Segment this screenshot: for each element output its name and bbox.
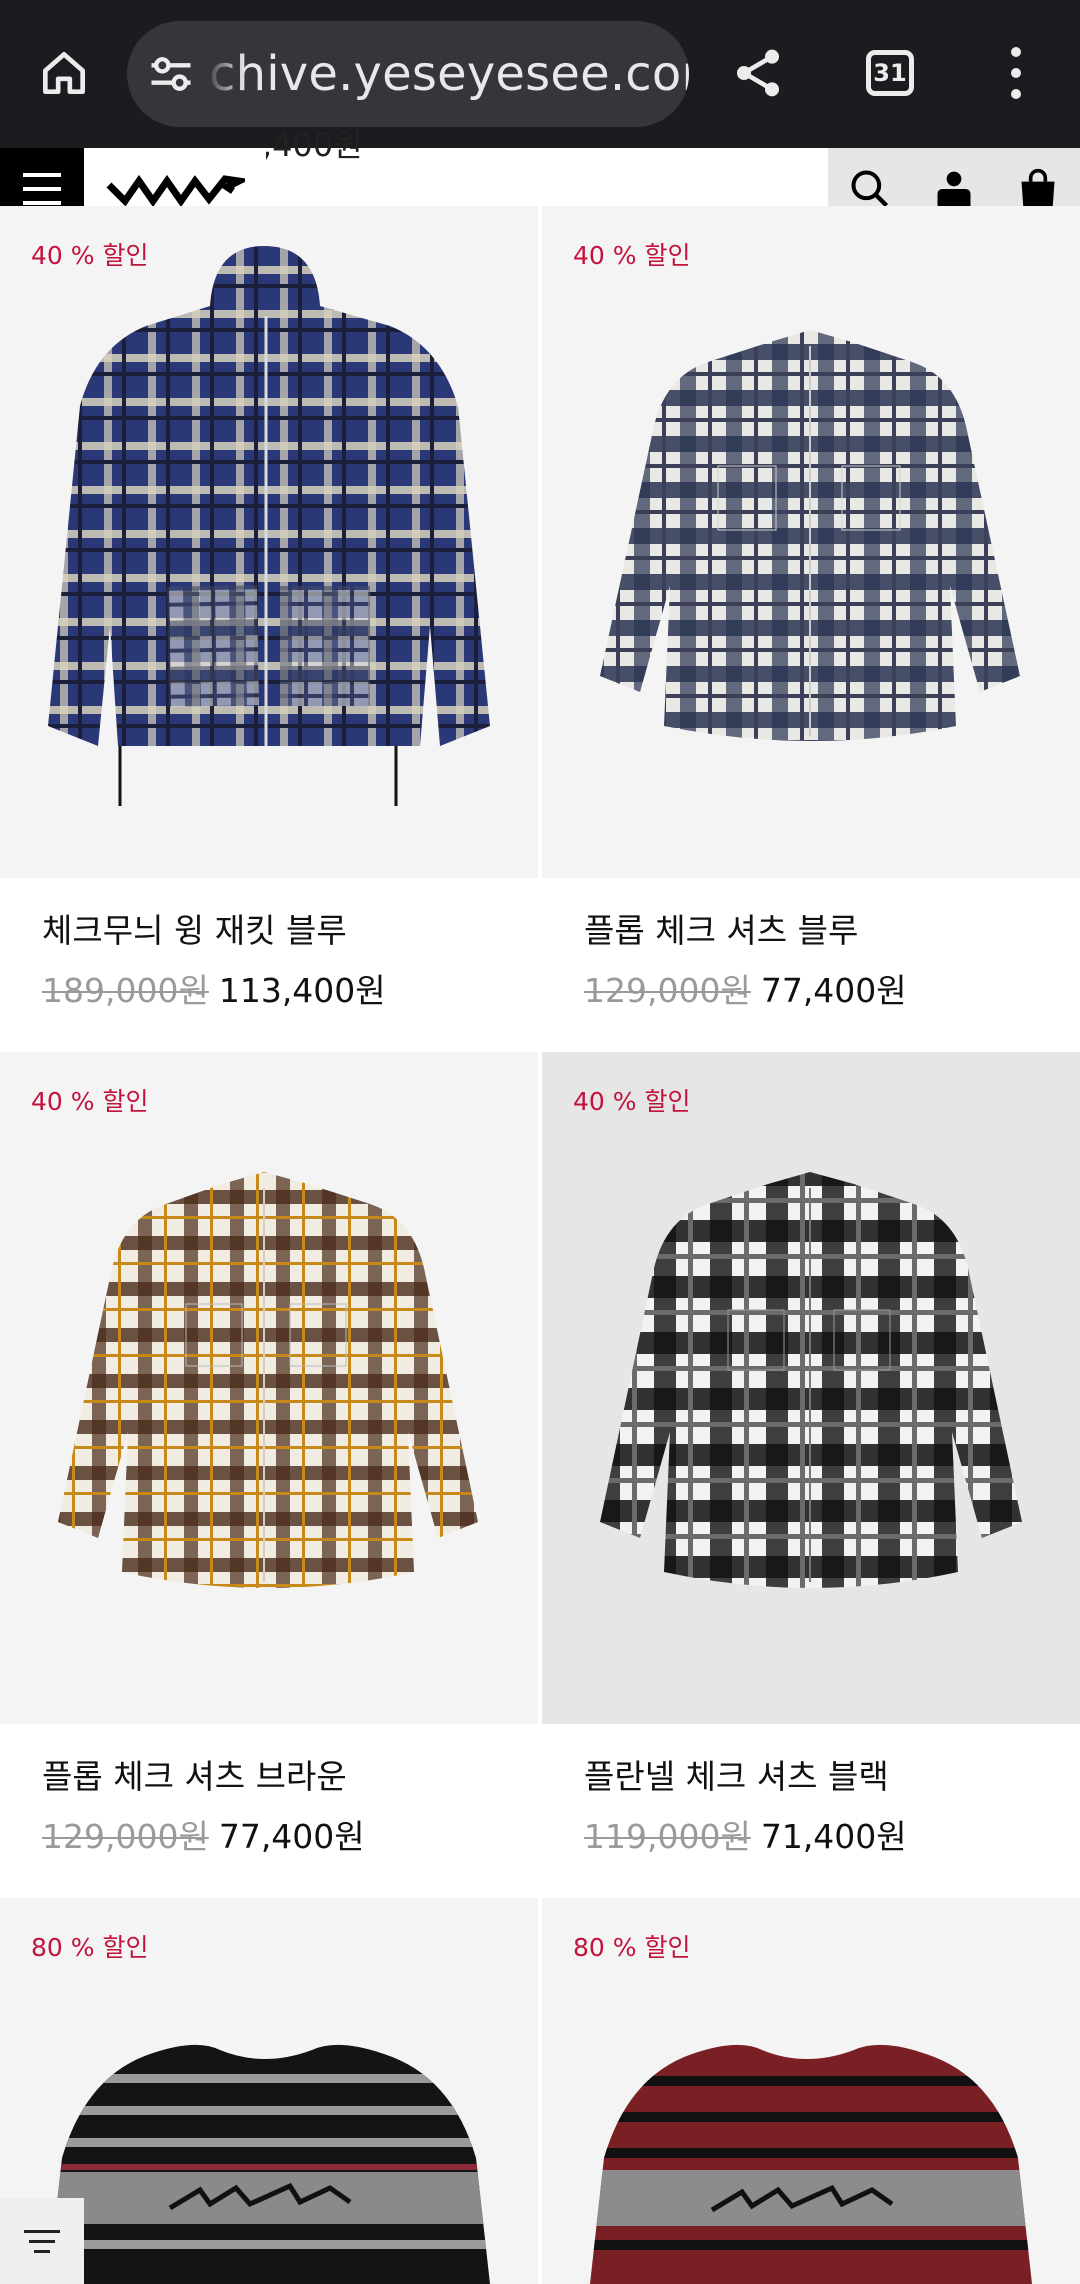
tab-count: 31	[873, 59, 907, 87]
discount-badge: 40 % 할인	[31, 241, 149, 270]
share-icon[interactable]	[722, 37, 794, 109]
home-icon[interactable]	[28, 37, 100, 109]
discount-badge: 40 % 할인	[31, 1087, 149, 1116]
discount-badge: 40 % 할인	[573, 241, 691, 270]
price-row: 129,000원 77,400원	[42, 1810, 365, 1858]
price-row: 189,000원 113,400원	[42, 964, 386, 1012]
discount-badge: 80 % 할인	[573, 1933, 691, 1962]
product-image[interactable]: 80 % 할인	[542, 1898, 1080, 2284]
tabs-icon[interactable]: 31	[866, 50, 914, 96]
product-image[interactable]: 40 % 할인	[0, 206, 538, 878]
discount-badge: 40 % 할인	[573, 1087, 691, 1116]
sale-price: 77,400원	[218, 1817, 365, 1856]
peek-price: ,400원	[262, 126, 363, 164]
sale-price: 77,400원	[760, 971, 907, 1010]
product-name[interactable]: 체크무늬 윙 재킷 블루	[42, 904, 347, 952]
browser-toolbar: chive.yeseyesee.com 31	[0, 0, 1080, 148]
url-text[interactable]: chive.yeseyesee.com	[209, 47, 689, 101]
original-price: 119,000원	[584, 1817, 751, 1856]
sale-price: 71,400원	[760, 1817, 907, 1856]
more-vert-icon[interactable]	[990, 37, 1042, 109]
product-name[interactable]: 플롭 체크 셔츠 블루	[584, 904, 858, 952]
price-row: 119,000원 71,400원	[584, 1810, 907, 1858]
product-image[interactable]: 40 % 할인	[542, 206, 1080, 878]
original-price: 129,000원	[42, 1817, 209, 1856]
product-image[interactable]: 40 % 할인	[0, 1052, 538, 1724]
filter-icon[interactable]	[0, 2198, 84, 2284]
original-price: 189,000원	[42, 971, 209, 1010]
sale-price: 113,400원	[218, 971, 386, 1010]
site-settings-icon[interactable]	[145, 48, 197, 100]
product-name[interactable]: 플롭 체크 셔츠 브라운	[42, 1750, 347, 1798]
discount-badge: 80 % 할인	[31, 1933, 149, 1962]
url-fade	[205, 21, 245, 127]
url-bar[interactable]: chive.yeseyesee.com	[127, 21, 689, 127]
product-image[interactable]: 40 % 할인	[542, 1052, 1080, 1724]
product-name[interactable]: 플란넬 체크 셔츠 블랙	[584, 1750, 889, 1798]
original-price: 129,000원	[584, 971, 751, 1010]
price-row: 129,000원 77,400원	[584, 964, 907, 1012]
